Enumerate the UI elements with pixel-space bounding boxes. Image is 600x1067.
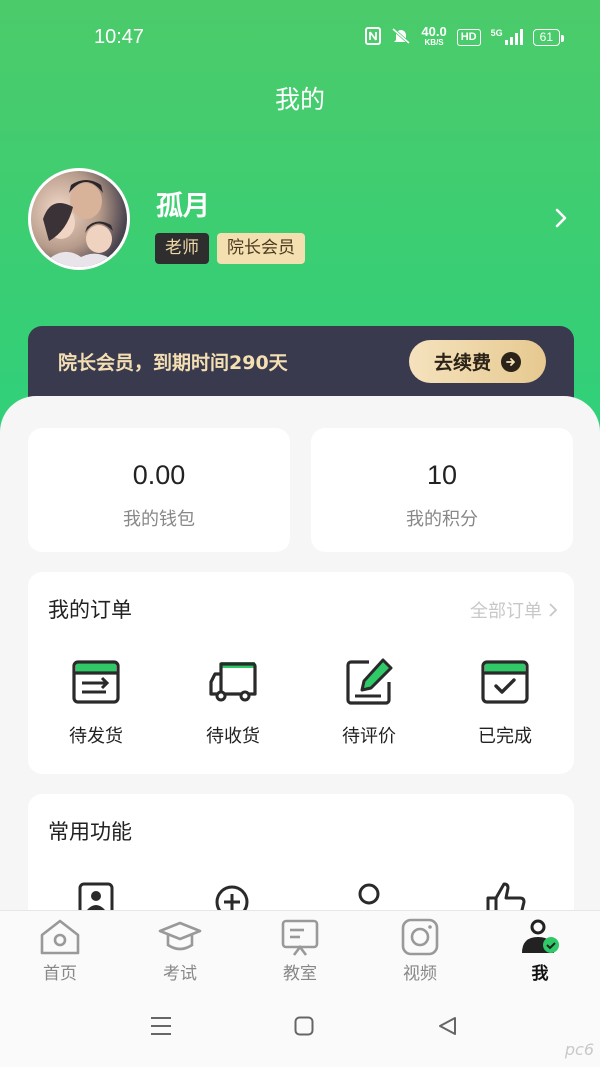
- wallet-label: 我的钱包: [123, 509, 195, 530]
- order-pending-shipment[interactable]: 待发货: [41, 656, 151, 748]
- nfc-icon: [365, 26, 382, 48]
- order-pending-review[interactable]: 待评价: [314, 656, 424, 748]
- status-bar: 10:47 40.0 KB/S HD 5G 61: [0, 0, 600, 76]
- username: 孤月: [156, 191, 210, 222]
- orders-card: 我的订单 全部订单 待发货 待收货 待评价 已完成: [28, 572, 574, 774]
- truck-icon: [209, 662, 257, 702]
- wallet-value: 0.00: [132, 460, 186, 490]
- role-badge: 老师: [155, 233, 209, 264]
- video-icon: [401, 918, 439, 956]
- order-label: 已完成: [478, 726, 532, 747]
- renew-label: 去续费: [433, 352, 491, 374]
- home-icon: [40, 919, 80, 955]
- tab-home[interactable]: 首页: [0, 917, 120, 984]
- points-label: 我的积分: [406, 509, 478, 530]
- mute-bell-icon: [391, 27, 411, 48]
- all-orders-link[interactable]: 全部订单: [470, 597, 558, 623]
- orders-title: 我的订单: [48, 598, 132, 622]
- back-icon[interactable]: [437, 1016, 457, 1040]
- tab-exam[interactable]: 考试: [120, 917, 240, 984]
- edit-note-icon: [346, 658, 393, 705]
- vip-expiry-text: 院长会员，到期时间290天: [58, 352, 288, 374]
- tab-video[interactable]: 视频: [360, 917, 480, 984]
- functions-title: 常用功能: [48, 820, 132, 844]
- page-title: 我的: [274, 85, 325, 114]
- arrow-right-icon: [501, 351, 521, 372]
- classroom-icon: [281, 919, 319, 956]
- tab-label: 考试: [163, 964, 197, 984]
- tab-label: 首页: [43, 964, 77, 984]
- net-speed: 40.0 KB/S: [421, 24, 447, 47]
- tab-classroom[interactable]: 教室: [240, 917, 360, 984]
- hd-indicator: HD: [456, 28, 481, 46]
- completed-box-icon: [481, 660, 529, 704]
- package-send-icon: [72, 660, 120, 704]
- vip-membership-bar: 院长会员，到期时间290天 去续费: [28, 326, 574, 406]
- status-icons: 40.0 KB/S HD 5G 61: [365, 24, 565, 48]
- watermark: pc6: [564, 1040, 594, 1059]
- points-card[interactable]: 10 我的积分: [311, 428, 573, 552]
- status-time: 10:47: [94, 26, 145, 48]
- system-nav-bar: [0, 996, 600, 1067]
- bottom-tab-bar: 首页 考试 教室 视频 我: [0, 910, 600, 996]
- order-label: 待发货: [69, 726, 123, 747]
- order-label: 待收货: [206, 726, 260, 747]
- home-button-icon[interactable]: [294, 1016, 314, 1040]
- chevron-right-icon[interactable]: [552, 206, 570, 230]
- profile-icon: [522, 919, 559, 953]
- tab-label: 教室: [283, 964, 317, 984]
- graduation-cap-icon: [158, 921, 202, 951]
- order-completed[interactable]: 已完成: [450, 656, 560, 748]
- tab-label: 视频: [403, 964, 437, 984]
- wallet-card[interactable]: 0.00 我的钱包: [28, 428, 290, 552]
- order-label: 待评价: [342, 726, 396, 747]
- vip-badge: 院长会员: [217, 233, 305, 264]
- avatar[interactable]: [28, 168, 130, 270]
- battery-indicator: 61: [532, 28, 565, 46]
- chevron-right-icon: [549, 603, 558, 617]
- signal-icon: 5G: [491, 29, 523, 45]
- tab-label: 我: [531, 964, 549, 984]
- points-value: 10: [426, 460, 458, 490]
- renew-button[interactable]: 去续费: [409, 340, 546, 383]
- order-pending-receipt[interactable]: 待收货: [178, 656, 288, 748]
- tab-me[interactable]: 我: [480, 917, 600, 984]
- menu-icon[interactable]: [150, 1016, 172, 1040]
- common-functions-card: 常用功能: [28, 794, 574, 924]
